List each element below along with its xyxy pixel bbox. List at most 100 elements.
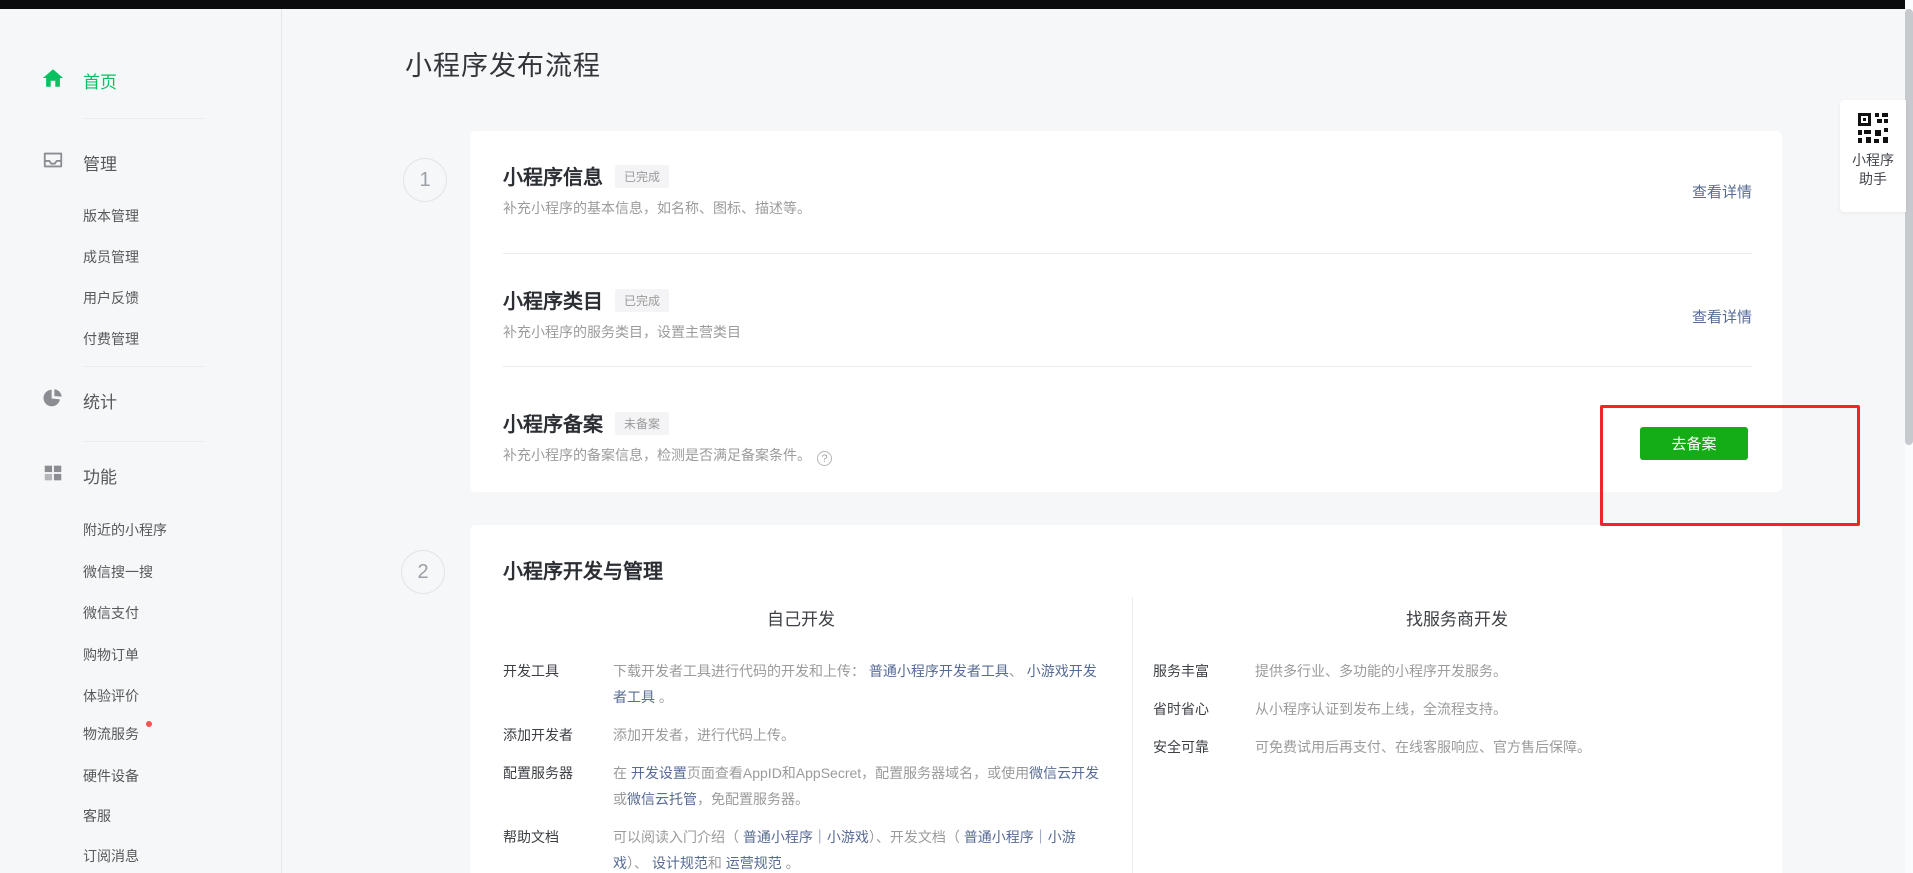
wechat-miniprogram-console: 首页 管理 版本管理 成员管理 用户反馈 付费管理 统计 [0,0,1913,873]
sidebar-item-label: 首页 [83,68,117,93]
svc-row-text: 提供多行业、多功能的小程序开发服务。 [1255,658,1755,684]
dev-row-label: 添加开发者 [503,722,613,748]
sidebar-item-shopping-orders[interactable]: 购物订单 [83,645,139,663]
row-title-text: 小程序类目 [503,291,603,313]
inline-link[interactable]: 微信云托管 [627,791,697,807]
self-develop-header: 自己开发 [470,605,1132,630]
row-desc-text: 补充小程序的备案信息，检测是否满足备案条件。 [503,447,811,463]
go-filing-button[interactable]: 去备案 [1640,427,1748,460]
inline-text: 。 [655,689,673,705]
svc-row-text: 可免费试用后再支付、在线客服响应、官方售后保障。 [1255,734,1755,760]
vendor-develop-rows: 服务丰富 提供多行业、多功能的小程序开发服务。 省时省心 从小程序认证到发布上线… [1153,658,1763,772]
sidebar-item-customer-service[interactable]: 客服 [83,806,111,824]
inline-link[interactable]: 普通小程序开发者工具 [869,663,1009,679]
row-title-miniprogram-category: 小程序类目已完成 [503,285,669,314]
inline-link[interactable]: 普通小程序 [964,829,1034,845]
inline-text: 。 [782,855,800,871]
sidebar-item-subscribe-message[interactable]: 订阅消息 [83,846,139,864]
inbox-icon [42,149,64,171]
row-desc: 补充小程序的基本信息，如名称、图标、描述等。 [503,198,811,218]
inline-link[interactable]: 运营规范 [726,855,782,871]
row-divider [503,253,1752,254]
sidebar-item-member-manage[interactable]: 成员管理 [83,247,139,265]
step-2-title: 小程序开发与管理 [503,555,663,584]
sidebar-item-home[interactable]: 首页 [0,66,281,92]
dev-row-add-developer: 添加开发者 添加开发者，进行代码上传。 [503,722,1103,748]
status-badge: 未备案 [615,412,669,435]
sidebar-item-hardware-device[interactable]: 硬件设备 [83,766,139,784]
vendor-develop-header: 找服务商开发 [1132,605,1782,630]
inline-link[interactable]: 微信云开发 [1029,765,1099,781]
assistant-label-line1: 小程序 [1840,151,1906,170]
inline-link[interactable]: ｜ [1034,829,1048,845]
row-divider [503,366,1752,367]
row-title-miniprogram-info: 小程序信息已完成 [503,161,669,190]
view-details-link[interactable]: 查看详情 [1692,306,1752,327]
inline-text: 和 [708,855,726,871]
inline-link[interactable]: 设计规范 [652,855,708,871]
dev-row-text: 添加开发者，进行代码上传。 [613,722,1103,748]
inline-text: 或 [613,791,627,807]
pie-chart-icon [42,387,64,409]
dev-row-tools: 开发工具 下载开发者工具进行代码的开发和上传： 普通小程序开发者工具、 小游戏开… [503,658,1103,710]
inline-text: ）、开发文档（ [869,829,964,845]
sidebar-item-experience-review[interactable]: 体验评价 [83,686,139,704]
sidebar-divider [83,441,205,442]
step-2-number: 2 [401,550,445,594]
row-desc: 补充小程序的备案信息，检测是否满足备案条件。? [503,445,832,466]
status-badge: 已完成 [615,289,669,312]
sidebar-item-paid-manage[interactable]: 付费管理 [83,329,139,347]
row-desc: 补充小程序的服务类目，设置主营类目 [503,322,741,342]
sidebar-item-statistics[interactable]: 统计 [0,386,281,412]
self-develop-rows: 开发工具 下载开发者工具进行代码的开发和上传： 普通小程序开发者工具、 小游戏 开… [503,658,1103,873]
sidebar-item-logistics-service[interactable]: 物流服务 [83,724,139,742]
svc-row-rich-service: 服务丰富 提供多行业、多功能的小程序开发服务。 [1153,658,1763,684]
svc-row-save-time: 省时省心 从小程序认证到发布上线，全流程支持。 [1153,696,1763,722]
inline-text: 、 [1009,663,1027,679]
sidebar-item-wechat-pay[interactable]: 微信支付 [83,603,139,621]
miniprogram-assistant-widget[interactable]: 小程序 助手 [1840,100,1906,212]
dev-row-label: 帮助文档 [503,824,613,873]
row-title-miniprogram-icp-filing: 小程序备案未备案 [503,408,669,437]
inline-text: 可以阅读入门介绍（ [613,829,743,845]
dev-row-text: 可以阅读入门介绍（ 普通小程序｜小游戏）、开发文档（ 普通小程序｜小游戏）、 设… [613,824,1103,873]
sidebar: 首页 管理 版本管理 成员管理 用户反馈 付费管理 统计 [0,9,282,873]
sidebar-item-features[interactable]: 功能 [0,461,281,487]
svc-row-label: 安全可靠 [1153,734,1255,760]
dev-row-label: 配置服务器 [503,760,613,812]
sidebar-item-manage[interactable]: 管理 [0,148,281,174]
row-title-text: 小程序信息 [503,167,603,189]
view-details-link[interactable]: 查看详情 [1692,181,1752,202]
sidebar-item-label: 统计 [83,388,117,413]
inline-text: ，免配置服务器。 [697,791,809,807]
qr-code-icon [1858,113,1888,143]
inline-text: 在 [613,765,631,781]
scrollbar-thumb[interactable] [1905,9,1913,445]
svc-row-label: 省时省心 [1153,696,1255,722]
sidebar-item-user-feedback[interactable]: 用户反馈 [83,288,139,306]
dev-row-configure-server: 配置服务器 在 开发设置页面查看AppID和AppSecret，配置服务器域名，… [503,760,1103,812]
inline-text: 下载开发者工具进行代码的开发和上传： [613,663,869,679]
inline-text: 页面查看AppID和AppSecret，配置服务器域名，或使用 [687,765,1029,781]
sidebar-item-wechat-search[interactable]: 微信搜一搜 [83,562,153,580]
dev-row-label: 开发工具 [503,658,613,710]
svc-row-text: 从小程序认证到发布上线，全流程支持。 [1255,696,1755,722]
assistant-label-line2: 助手 [1840,170,1906,189]
scrollbar-track [1905,0,1913,873]
inline-text: ）、 [627,855,652,871]
inline-text: 添加开发者，进行代码上传。 [613,727,795,743]
sidebar-item-label: 物流服务 [83,726,139,742]
sidebar-item-nearby-miniprogram[interactable]: 附近的小程序 [83,520,167,538]
window-top-bar [0,0,1913,9]
row-title-text: 小程序备案 [503,414,603,436]
inline-link[interactable]: ｜ [813,829,827,845]
home-icon [42,67,64,89]
inline-link[interactable]: 小游戏 [827,829,869,845]
step-1-number: 1 [403,158,447,202]
sidebar-item-version-manage[interactable]: 版本管理 [83,206,139,224]
help-question-icon[interactable]: ? [817,451,832,466]
inline-link[interactable]: 普通小程序 [743,829,813,845]
grid-icon [42,462,64,484]
inline-link[interactable]: 开发设置 [631,765,687,781]
page-title: 小程序发布流程 [405,44,601,83]
